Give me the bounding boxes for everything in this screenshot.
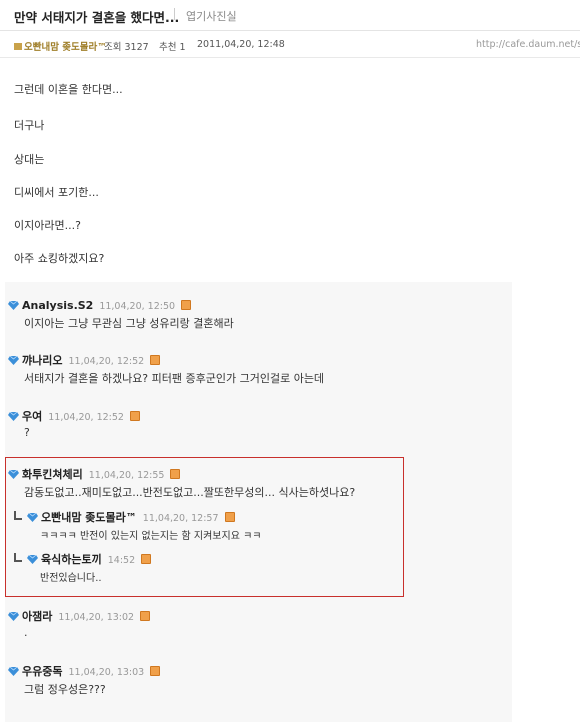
- reply-arrow-icon: [14, 553, 22, 562]
- recommend-count: 추천 1: [159, 42, 186, 53]
- comment-time: 14:52: [107, 555, 136, 566]
- comment-item: 우유중독 11,04,20, 13:03 그럼 정우성은???: [8, 660, 161, 697]
- body-line: 이지아라면...?: [14, 219, 81, 232]
- body-line: 그런데 이혼을 한다면...: [14, 83, 123, 96]
- article-title-bar: 만약 서태지가 결혼을 했다면... 엽기사진실: [0, 0, 580, 31]
- comment-time: 11,04,20, 12:52: [68, 356, 145, 367]
- post-date: 2011,04,20, 12:48: [197, 39, 285, 50]
- comment-time: 11,04,20, 13:03: [68, 667, 145, 678]
- commenter-name[interactable]: Analysis.S2: [22, 299, 93, 312]
- comment-item: Analysis.S2 11,04,20, 12:50 이지아는 그냥 무관심 그…: [8, 294, 234, 331]
- author-level-icon: [14, 43, 22, 50]
- body-line: 아주 쇼킹하겠지요?: [14, 252, 105, 265]
- diamond-icon: [8, 470, 19, 479]
- comment-text: ?: [24, 426, 30, 439]
- comment-time: 11,04,20, 12:57: [142, 513, 219, 524]
- delete-icon[interactable]: [150, 355, 161, 365]
- diamond-icon: [8, 356, 19, 365]
- delete-icon[interactable]: [141, 554, 152, 564]
- comment-text: 이지아는 그냥 무관심 그냥 성유리랑 결혼해라: [24, 317, 234, 330]
- reply-item: 오빤내맘 좆도몰라™ 11,04,20, 12:57 ㅋㅋㅋㅋ 반전이 있는지 없…: [14, 506, 261, 542]
- diamond-icon: [8, 667, 19, 676]
- delete-icon[interactable]: [224, 512, 235, 522]
- comment-item: 화투킨쳐체리 11,04,20, 12:55 감동도없고..재미도없고...반전도…: [8, 463, 355, 500]
- diamond-icon: [8, 412, 19, 421]
- commenter-name[interactable]: 꺄나리오: [22, 354, 62, 367]
- comment-time: 11,04,20, 12:55: [88, 470, 165, 481]
- comment-item: 우여 11,04,20, 12:52 ?: [8, 405, 140, 439]
- article-url[interactable]: http://cafe.daum.net/ss: [476, 39, 580, 50]
- diamond-icon: [8, 612, 19, 621]
- diamond-icon: [27, 555, 38, 564]
- view-count: 조회 3127: [104, 42, 149, 53]
- body-line: 디씨에서 포기한...: [14, 186, 99, 199]
- author-name: 오빤내맘 좆도몰라™: [24, 42, 107, 53]
- diamond-icon: [27, 513, 38, 522]
- commenter-name[interactable]: 우여: [22, 410, 42, 423]
- delete-icon[interactable]: [181, 300, 192, 310]
- reply-text: ㅋㅋㅋㅋ 반전이 있는지 없는지는 함 지켜보지요 ㅋㅋ: [40, 531, 262, 542]
- comment-text: 감동도없고..재미도없고...반전도없고...짤또한무성의... 식사는하셧나요…: [24, 486, 356, 499]
- reply-text: 반전있습니다..: [40, 573, 102, 584]
- reply-arrow-icon: [14, 511, 22, 520]
- commenter-name[interactable]: 오빤내맘 좆도몰라™: [41, 511, 137, 524]
- body-line: 더구나: [14, 119, 45, 132]
- comment-text: .: [24, 626, 28, 639]
- delete-icon[interactable]: [129, 411, 140, 421]
- board-category-link[interactable]: 엽기사진실: [186, 8, 237, 24]
- comment-time: 11,04,20, 12:50: [99, 301, 176, 312]
- comment-item: 아잼라 11,04,20, 13:02 .: [8, 605, 151, 639]
- body-line: 상대는: [14, 153, 45, 166]
- article-title: 만약 서태지가 결혼을 했다면...: [14, 10, 180, 25]
- delete-icon[interactable]: [140, 611, 151, 621]
- article-meta: 오빤내맘 좆도몰라™ 조회 3127 추천 1 2011,04,20, 12:4…: [0, 31, 580, 58]
- comment-time: 11,04,20, 13:02: [58, 612, 135, 623]
- title-divider: [174, 8, 175, 20]
- comment-text: 서태지가 결혼을 하겠나요? 피터팬 증후군인가 그거인걸로 아는데: [24, 372, 325, 385]
- commenter-name[interactable]: 화투킨쳐체리: [22, 468, 83, 481]
- reply-item: 육식하는토끼 14:52 반전있습니다..: [14, 548, 152, 584]
- diamond-icon: [8, 301, 19, 310]
- author-link[interactable]: 오빤내맘 좆도몰라™: [14, 39, 107, 53]
- delete-icon[interactable]: [150, 666, 161, 676]
- delete-icon[interactable]: [170, 469, 181, 479]
- commenter-name[interactable]: 아잼라: [22, 610, 52, 623]
- commenter-name[interactable]: 육식하는토끼: [41, 553, 102, 566]
- comment-time: 11,04,20, 12:52: [48, 412, 124, 423]
- comment-text: 그럼 정우성은???: [24, 683, 106, 696]
- comment-item: 꺄나리오 11,04,20, 12:52 서태지가 결혼을 하겠나요? 피터팬 증…: [8, 349, 324, 386]
- commenter-name[interactable]: 우유중독: [22, 665, 62, 678]
